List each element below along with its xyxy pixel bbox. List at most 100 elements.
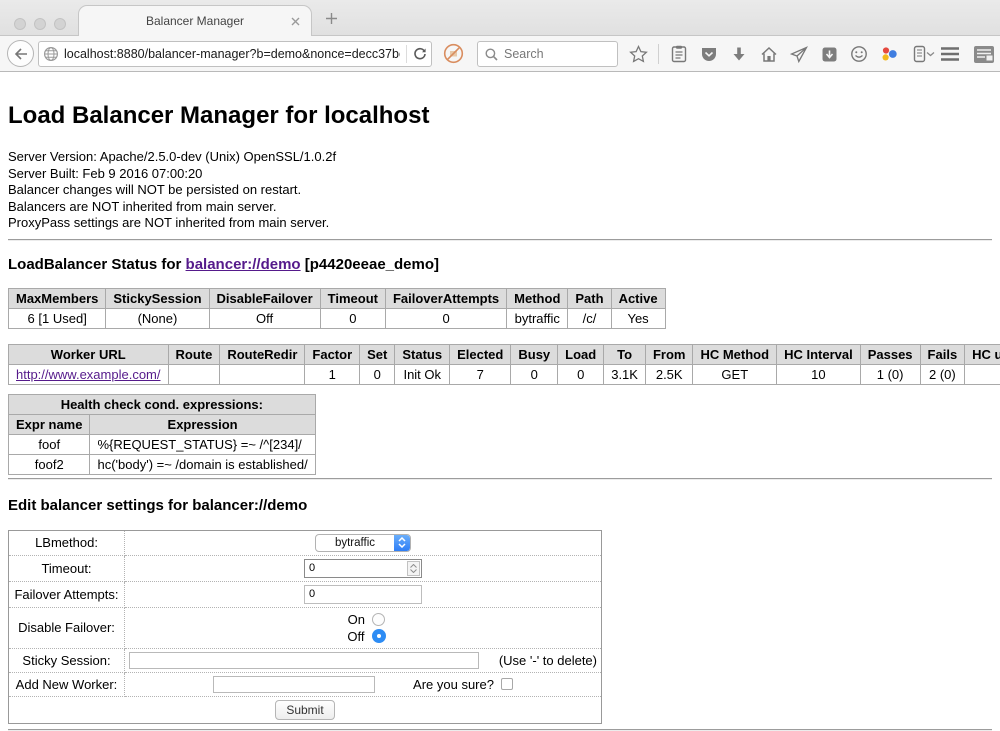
submit-row: Submit	[9, 696, 602, 723]
screenshot-grid-icon[interactable]	[972, 43, 996, 65]
radio-line-off: Off	[129, 628, 597, 645]
status-heading-prefix: LoadBalancer Status for	[8, 256, 186, 273]
balancer-demo-link[interactable]: balancer://demo	[186, 256, 301, 273]
window-minimize-button[interactable]	[34, 18, 46, 30]
val-hc-interval: 10	[777, 364, 861, 384]
window-close-button[interactable]	[14, 18, 26, 30]
col-hc-interval: HC Interval	[777, 344, 861, 364]
proxypass-note-line: ProxyPass settings are NOT inherited fro…	[8, 215, 992, 232]
globe-icon	[43, 46, 59, 62]
search-input[interactable]	[504, 47, 610, 61]
lbmethod-selected-value: bytraffic	[316, 535, 394, 551]
are-you-sure-checkbox[interactable]	[501, 678, 513, 690]
health-table-title: Health check cond. expressions:	[9, 394, 316, 414]
divider	[8, 239, 992, 241]
col-hc-uri: HC uri	[965, 344, 1000, 364]
add-worker-input[interactable]	[213, 676, 375, 693]
url-divider	[406, 45, 407, 63]
sticky-session-hint: (Use '-' to delete)	[499, 653, 597, 668]
col-passes: Passes	[860, 344, 920, 364]
col-factor: Factor	[305, 344, 360, 364]
timeout-input[interactable]	[304, 559, 422, 578]
col-fails: Fails	[920, 344, 965, 364]
search-bar[interactable]	[477, 41, 618, 67]
col-status: Status	[395, 344, 450, 364]
url-bar[interactable]	[38, 41, 432, 67]
val-status: Init Ok	[395, 364, 450, 384]
reload-icon[interactable]	[413, 47, 427, 61]
col-path: Path	[568, 288, 611, 308]
pocket-icon[interactable]	[699, 43, 719, 65]
tab-close-icon[interactable]	[289, 15, 301, 27]
lbmethod-select[interactable]: bytraffic	[315, 534, 411, 552]
url-input[interactable]	[64, 47, 400, 61]
col-active: Active	[611, 288, 665, 308]
balancer-settings-form: LBmethod: bytraffic Timeout:	[8, 530, 602, 724]
bookmark-star-icon[interactable]	[628, 43, 648, 65]
val-load: 0	[558, 364, 604, 384]
feedback-smiley-icon[interactable]	[849, 43, 869, 65]
radio-off-label: Off	[341, 629, 365, 644]
downloads-icon[interactable]	[729, 43, 749, 65]
new-tab-button[interactable]	[322, 9, 340, 27]
balancer-data-row: 6 [1 Used] (None) Off 0 0 bytraffic /c/ …	[9, 308, 666, 328]
health-row-foof2: foof2 hc('body') =~ /domain is establish…	[9, 454, 316, 474]
tab-balancer-manager[interactable]: Balancer Manager	[78, 5, 312, 36]
col-stickysession: StickySession	[106, 288, 209, 308]
extension-download-icon[interactable]	[819, 43, 839, 65]
col-expr-name: Expr name	[9, 414, 90, 434]
timeout-field-wrap	[304, 559, 422, 578]
col-failoverattempts: FailoverAttempts	[385, 288, 506, 308]
expr-value-foof: %{REQUEST_STATUS} =~ /^[234]/	[90, 434, 315, 454]
menu-hamburger-icon[interactable]	[940, 43, 960, 65]
bottom-divider	[8, 729, 992, 731]
add-worker-label: Add New Worker:	[9, 672, 125, 696]
server-built-line: Server Built: Feb 9 2016 07:00:20	[8, 166, 992, 183]
send-page-icon[interactable]	[789, 43, 809, 65]
val-timeout: 0	[320, 308, 385, 328]
number-stepper-icon[interactable]	[407, 561, 420, 576]
back-arrow-icon	[14, 48, 28, 60]
home-icon[interactable]	[759, 43, 779, 65]
sticky-session-input[interactable]	[129, 652, 479, 669]
val-hc-method: GET	[693, 364, 777, 384]
status-heading-suffix: [p4420eeae_demo]	[301, 256, 439, 273]
tab-title: Balancer Manager	[146, 14, 244, 28]
tab-bar: Balancer Manager	[0, 0, 1000, 36]
val-routeredir	[220, 364, 305, 384]
val-maxmembers: 6 [1 Used]	[9, 308, 106, 328]
dropdown-caret-icon	[926, 51, 935, 57]
radio-off-button[interactable]	[372, 629, 386, 643]
lbmethod-label: LBmethod:	[9, 530, 125, 555]
val-from: 2.5K	[645, 364, 693, 384]
failover-attempts-input[interactable]	[304, 585, 422, 604]
inherit-note-line: Balancers are NOT inherited from main se…	[8, 199, 992, 216]
failover-attempts-label: Failover Attempts:	[9, 581, 125, 607]
server-info: Server Version: Apache/2.5.0-dev (Unix) …	[8, 149, 992, 232]
toolbar-right-icons	[940, 41, 996, 67]
search-icon	[485, 48, 498, 61]
persist-note-line: Balancer changes will NOT be persisted o…	[8, 182, 992, 199]
worker-url-link[interactable]: http://www.example.com/	[16, 367, 161, 382]
toolbar-icons	[628, 41, 939, 67]
reading-list-icon[interactable]	[669, 43, 689, 65]
blocked-content-icon[interactable]	[443, 43, 464, 69]
window-zoom-button[interactable]	[54, 18, 66, 30]
page-content: Load Balancer Manager for localhost Serv…	[0, 72, 1000, 728]
colored-dots-extension-icon[interactable]	[879, 43, 899, 65]
submit-button[interactable]: Submit	[275, 700, 334, 720]
col-hc-method: HC Method	[693, 344, 777, 364]
are-you-sure-label: Are you sure?	[413, 677, 494, 692]
sidebar-extension-icon[interactable]	[909, 43, 939, 65]
back-button[interactable]	[7, 40, 34, 67]
edit-settings-heading: Edit balancer settings for balancer://de…	[8, 497, 992, 514]
val-failoverattempts: 0	[385, 308, 506, 328]
val-to: 3.1K	[604, 364, 646, 384]
add-worker-row: Add New Worker: Are you sure?	[9, 672, 602, 696]
col-busy: Busy	[511, 344, 558, 364]
timeout-row: Timeout:	[9, 555, 602, 581]
val-elected: 7	[450, 364, 511, 384]
col-method: Method	[507, 288, 568, 308]
col-from: From	[645, 344, 693, 364]
radio-on-button[interactable]	[372, 613, 385, 626]
